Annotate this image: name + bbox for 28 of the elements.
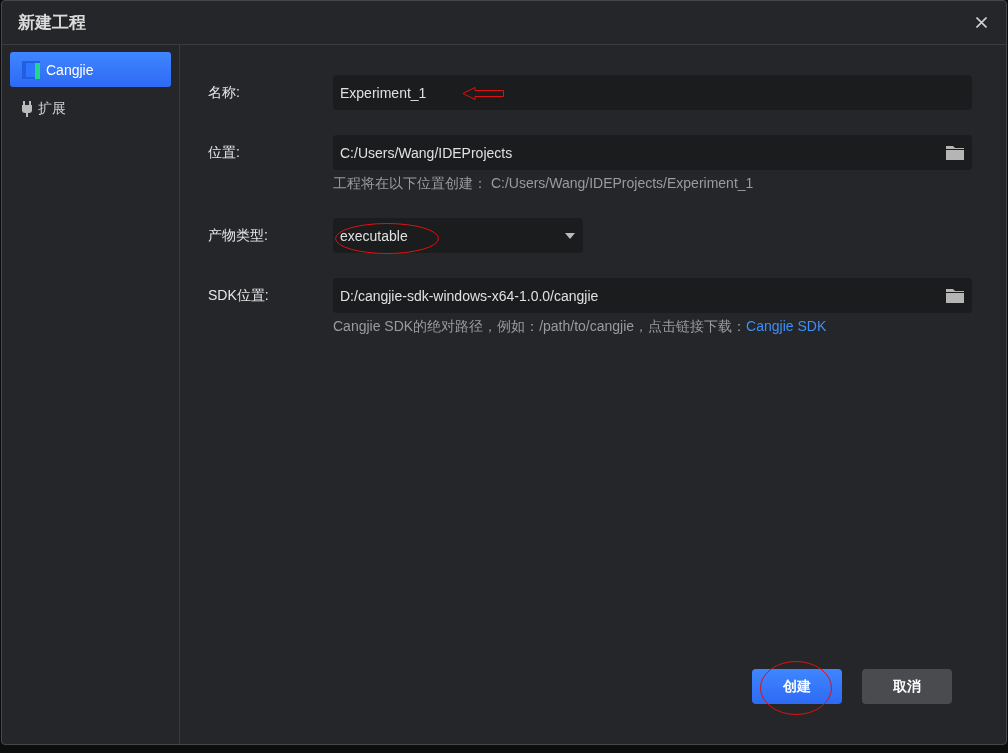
- path-field[interactable]: C:/Users/Wang/IDEProjects: [333, 135, 972, 170]
- sidebar-item[interactable]: Cangjie: [10, 52, 171, 87]
- caret-icon: [565, 232, 575, 239]
- close-icon: [975, 17, 987, 28]
- name-field[interactable]: Experiment_1: [333, 75, 972, 110]
- plug-icon: [22, 100, 32, 117]
- field-value: Experiment_1: [340, 84, 427, 101]
- field-label: SDK位置:: [208, 286, 270, 305]
- field-value: C:/Users/Wang/IDEProjects: [340, 144, 513, 161]
- field-hint: Cangjie SDK的绝对路径，例如：/path/to/cangjie，点击链接下载：Cangjie SDK: [333, 318, 828, 336]
- sidebar-label: 扩展: [38, 99, 66, 118]
- download-link[interactable]: Cangjie SDK: [746, 318, 827, 334]
- logo-icon: [22, 60, 40, 79]
- field-value: executable: [340, 227, 408, 244]
- sidebar-item[interactable]: 扩展: [10, 91, 171, 126]
- field-value: D:/cangjie-sdk-windows-x64-1.0.0/cangjie: [340, 287, 599, 304]
- create-button[interactable]: 创建: [752, 669, 842, 704]
- field-label: 位置:: [208, 143, 241, 162]
- sidebar-label: Cangjie: [46, 61, 94, 78]
- field-hint: 工程将在以下位置创建： C:/Users/Wang/IDEProjects/Experiment_1: [333, 175, 755, 193]
- type-dropdown[interactable]: executable: [333, 218, 583, 253]
- folder-icon[interactable]: [946, 288, 964, 303]
- field-label: 名称:: [208, 83, 241, 102]
- window-title: 新建工程: [18, 12, 86, 34]
- folder-icon[interactable]: [946, 145, 964, 160]
- path-field[interactable]: D:/cangjie-sdk-windows-x64-1.0.0/cangjie: [333, 278, 972, 313]
- field-label: 产物类型:: [208, 226, 269, 245]
- cancel-button[interactable]: 取消: [862, 669, 952, 704]
